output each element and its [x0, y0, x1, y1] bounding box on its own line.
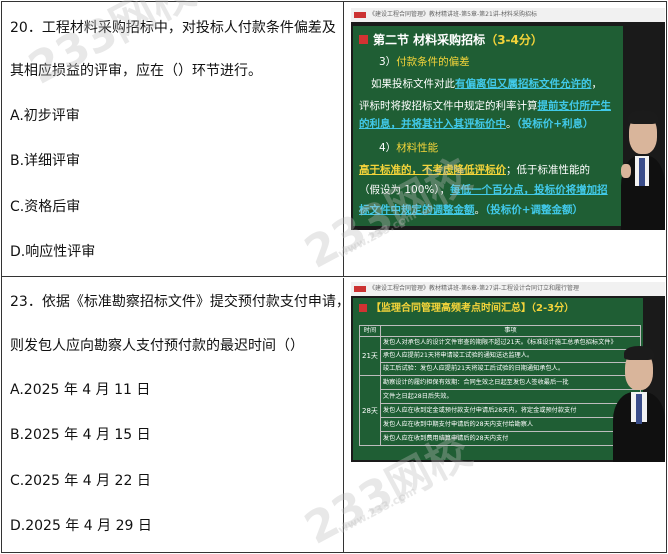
question-row: 20．工程材料采购招标中，对投标人付款条件偏差及 其相应损益的评审，应在（）环节… — [2, 2, 666, 277]
table-cell: 文件之日起28日后失效。 — [379, 389, 642, 404]
table-row: 竣工后试验：发包人应提前21天将竣工后试验的日期通知承包人。 — [360, 362, 642, 376]
slide-text-segment: （假设为 100%）， — [359, 184, 451, 196]
slide-text-segment: 提前支付所产生 — [537, 100, 612, 112]
lecture-screenshot-cell: 《建设工程合同管理》教材精讲班-第6章-第27讲-工程设计合同订立和履行管理 【… — [345, 278, 666, 552]
table-time-cell: 21天 — [359, 336, 381, 376]
slide-title-text: 第二节 材料采购招标 — [373, 33, 486, 47]
title-bullet-icon — [359, 35, 368, 44]
slide-text-line: （假设为 100%），每低一个百分点，投标价将增加招 — [359, 184, 608, 197]
table-cell: 发包人应在收到定金或预付款支付申请后28天内，将定金或预付款支付 — [379, 403, 642, 418]
question-cell: 20．工程材料采购招标中，对投标人付款条件偏差及 其相应损益的评审，应在（）环节… — [2, 2, 344, 276]
slide-text-segment: 。 — [506, 118, 517, 130]
title-bullet-icon — [359, 304, 367, 312]
slide-text-segment: 4） — [379, 142, 397, 154]
table-cell: 发包人应在收到中期支付申请后的28天内支付给勘察人 — [379, 417, 642, 432]
table-header-cell: 时间 — [359, 325, 381, 337]
slide-title: 【监理合同管理高频考点时间汇总】（2-3分） — [371, 302, 574, 315]
slide-text-segment: （投标价+利息） — [516, 118, 594, 130]
question-stem-line: 23．依据《标准勘察招标文件》提交预付款支付申请， — [10, 294, 350, 310]
question-stem-line: 则发包人应向勘察人支付预付款的最迟时间（） — [10, 338, 304, 354]
time-summary-table: 时间 事项 21天 发包人对承包人的设计文件审查的期限不超过21天。《标准设计施工总承… — [359, 325, 642, 446]
brand-logo — [354, 286, 366, 292]
slide-text-segment: 标文件中规定的调整金额 — [359, 204, 475, 216]
table-row: 发包人应在收到中期支付申请后的28天内支付给勘察人 — [360, 417, 642, 432]
option-a[interactable]: A.初步评审 — [10, 106, 340, 126]
video-title: 《建设工程合同管理》教材精讲班-第6章-第27讲-工程设计合同订立和履行管理 — [369, 285, 579, 292]
question-cell: 23．依据《标准勘察招标文件》提交预付款支付申请， 则发包人应向勘察人支付预付款… — [2, 278, 350, 552]
slide-text-line: 高于标准的，不考虑降低评标价；低于标准性能的 — [359, 164, 590, 177]
slide-text-segment: 如果投标文件对此 — [371, 78, 455, 90]
slide-text-line: 4）材料性能 — [379, 142, 438, 155]
table-cell: 竣工后试验：发包人应提前21天将竣工后试验的日期通知承包人。 — [379, 362, 642, 376]
option-a[interactable]: A.2025 年 4 月 11 日 — [10, 380, 340, 400]
slide-text-segment: ；低于标准性能的 — [506, 164, 590, 176]
slide-text-segment: 。 — [474, 204, 486, 216]
green-board: 第二节 材料采购招标（3-4分） 3）付款条件的偏差如果投标文件对此有偏离但又属… — [353, 26, 623, 226]
presenter-hand — [621, 164, 631, 178]
table-cell: 勘察设计的履约担保有效期：合同生效之日起至发包人签收最后一批 — [379, 375, 642, 390]
table-row: 21天 发包人对承包人的设计文件审查的期限不超过21天。《标准设计施工总承包招标文… — [359, 336, 642, 376]
slide-text-line: 评标时将按招标文件中规定的利率计算提前支付所产生 — [359, 100, 611, 113]
option-b[interactable]: B.详细评审 — [10, 151, 340, 171]
slide-text-line: 3）付款条件的偏差 — [379, 56, 470, 69]
slide-text-line: 标文件中规定的调整金额。（投标价+调整金额） — [359, 204, 583, 217]
table-row: 28天 勘察设计的履约担保有效期：合同生效之日起至发包人签收最后一批 — [359, 375, 642, 446]
question-row: 23．依据《标准勘察招标文件》提交预付款支付申请， 则发包人应向勘察人支付预付款… — [2, 278, 666, 552]
slide-text-line: 的利息，并将其计入其评标价中。（投标价+利息） — [359, 118, 594, 131]
video-title-bar: 《建设工程合同管理》教材精讲班-第6章-第27讲-工程设计合同订立和履行管理 — [351, 282, 665, 296]
brand-logo — [354, 12, 366, 18]
green-board: 【监理合同管理高频考点时间汇总】（2-3分） 时间 事项 21天 发包人对承包人的设计… — [353, 298, 643, 460]
lecture-slide: 《建设工程合同管理》教材精讲班-第5章-第21讲-材料采购招标 第二节 材料采购… — [351, 8, 665, 230]
table-header-row: 时间 事项 — [359, 325, 642, 337]
table-cell: 承包人应提前21天将申请竣工试验的通知送达监理人。 — [379, 349, 642, 363]
lecture-slide: 《建设工程合同管理》教材精讲班-第6章-第27讲-工程设计合同订立和履行管理 【… — [351, 282, 665, 462]
presenter-figure — [613, 342, 665, 462]
video-title-bar: 《建设工程合同管理》教材精讲班-第5章-第21讲-材料采购招标 — [351, 8, 665, 22]
slide-text-segment: 付款条件的偏差 — [396, 56, 470, 68]
slide-text-segment: 高于标准的，不考虑降低评标价 — [359, 164, 506, 176]
presenter-tie — [639, 158, 645, 186]
table-cell: 发包人应在收到费用结算申请后的28天内支付 — [379, 431, 642, 446]
table-header-cell: 事项 — [379, 325, 642, 337]
question-stem-line: 20．工程材料采购招标中，对投标人付款条件偏差及 — [10, 20, 336, 36]
slide-text-segment: 3） — [379, 56, 397, 68]
table-row: 发包人应在收到定金或预付款支付申请后28天内，将定金或预付款支付 — [360, 403, 642, 418]
slide-text-segment: 的利息，并将其计入其评标价中 — [359, 118, 506, 130]
option-c[interactable]: C.2025 年 4 月 22 日 — [10, 471, 340, 491]
slide-text-line: 如果投标文件对此有偏离但又属招标文件允许的， — [371, 78, 602, 91]
slide-text-segment: 每低一个百分点，投标价将增加招 — [450, 184, 608, 196]
slide-title-text: 【监理合同管理高频考点时间汇总】 — [371, 303, 531, 314]
slide-score-range: （3-4分） — [485, 33, 543, 47]
table-time-cell: 28天 — [359, 375, 381, 446]
question-stem-line: 其相应损益的评审，应在（）环节进行。 — [10, 63, 262, 79]
presenter-tie — [636, 394, 642, 424]
slide-text-segment: 评标时将按招标文件中规定的利率计算 — [359, 100, 538, 112]
presenter-hair — [624, 346, 654, 360]
table-row: 承包人应提前21天将申请竣工试验的通知送达监理人。 — [360, 349, 642, 363]
slide-text-segment: 有偏离但又属招标文件允许的 — [455, 78, 592, 90]
question-table: 20．工程材料采购招标中，对投标人付款条件偏差及 其相应损益的评审，应在（）环节… — [1, 1, 667, 553]
slide-text-segment: （投标价+调整金额） — [485, 204, 584, 216]
table-row: 发包人应在收到费用结算申请后的28天内支付 — [360, 431, 642, 446]
slide-score-range: （2-3分） — [531, 303, 575, 314]
option-d[interactable]: D.2025 年 4 月 29 日 — [10, 516, 340, 536]
table-row: 文件之日起28日后失效。 — [360, 389, 642, 404]
slide-text-segment: ， — [591, 78, 603, 90]
table-cell: 发包人对承包人的设计文件审查的期限不超过21天。《标准设计施工总承包招标文件》 — [379, 336, 642, 350]
video-title: 《建设工程合同管理》教材精讲班-第5章-第21讲-材料采购招标 — [369, 11, 537, 18]
slide-text-segment: 材料性能 — [396, 142, 439, 154]
option-d[interactable]: D.响应性评审 — [10, 242, 340, 262]
lecture-screenshot-cell: 《建设工程合同管理》教材精讲班-第5章-第21讲-材料采购招标 第二节 材料采购… — [345, 2, 666, 276]
presenter-hair — [628, 110, 658, 124]
option-c[interactable]: C.资格后审 — [10, 197, 340, 217]
presenter-figure — [621, 106, 665, 230]
slide-title: 第二节 材料采购招标（3-4分） — [373, 32, 543, 48]
option-b[interactable]: B.2025 年 4 月 15 日 — [10, 425, 340, 445]
